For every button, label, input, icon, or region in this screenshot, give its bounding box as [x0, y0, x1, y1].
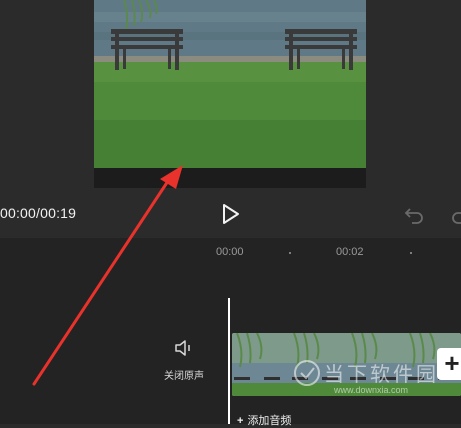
ruler-label-0: 00:00 — [216, 246, 244, 258]
undo-button[interactable] — [403, 203, 425, 225]
play-button[interactable] — [218, 202, 242, 226]
add-audio-label: 添加音频 — [247, 415, 292, 427]
add-audio-button[interactable]: + 添加音频 — [237, 412, 291, 428]
timeline-playhead[interactable] — [228, 298, 230, 424]
redo-button[interactable] — [450, 203, 461, 225]
video-clip-track[interactable] — [232, 333, 461, 396]
video-preview-area — [0, 0, 461, 190]
ruler-tick — [410, 252, 412, 254]
timeline-panel — [0, 238, 461, 424]
video-preview-frame[interactable] — [94, 0, 366, 188]
mute-original-audio-button[interactable]: 关闭原声 — [158, 338, 210, 384]
video-frame-image — [94, 0, 366, 188]
play-icon — [223, 204, 239, 224]
undo-icon — [404, 208, 423, 224]
mute-original-audio-label: 关闭原声 — [164, 371, 204, 382]
timecode-display: 00:00/00:19 — [0, 205, 77, 221]
ruler-tick — [289, 252, 291, 254]
ruler-label-1: 00:02 — [336, 246, 364, 258]
redo-icon — [452, 212, 461, 224]
speaker-icon — [175, 340, 190, 356]
clip-thumbnails — [232, 333, 461, 396]
add-clip-button[interactable]: + — [437, 348, 461, 380]
add-audio-plus-icon: + — [237, 415, 244, 427]
